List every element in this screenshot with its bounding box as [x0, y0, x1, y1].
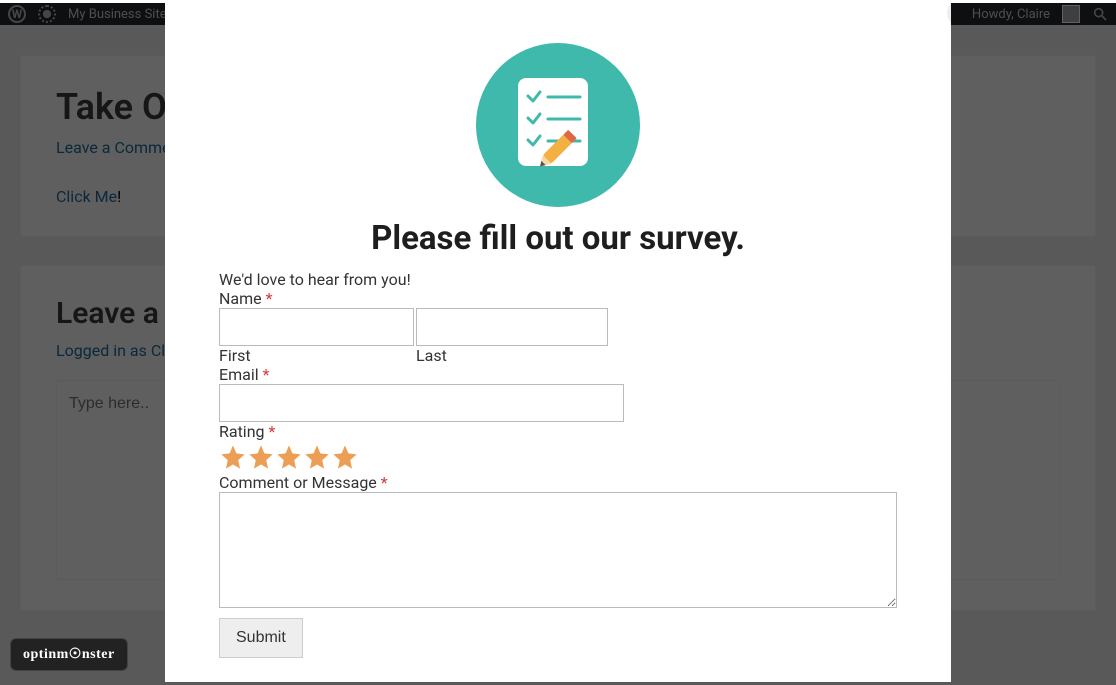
rating-label: Rating * — [219, 422, 897, 441]
star-icon[interactable] — [303, 443, 331, 471]
survey-modal: ✕ Please fill out our survey. We'd — [165, 3, 951, 682]
modal-title: Please fill out our survey. — [219, 219, 897, 258]
star-icon[interactable] — [219, 443, 247, 471]
badge-text: optinm☉nster — [23, 647, 115, 662]
required-mark: * — [381, 473, 388, 492]
star-icon[interactable] — [331, 443, 359, 471]
last-name-sublabel: Last — [416, 346, 608, 365]
star-icon[interactable] — [247, 443, 275, 471]
star-icon[interactable] — [275, 443, 303, 471]
survey-icon-wrap — [219, 43, 897, 207]
required-mark: * — [266, 289, 273, 308]
email-input[interactable] — [219, 384, 624, 422]
comment-label: Comment or Message * — [219, 473, 897, 492]
rating-stars — [219, 443, 897, 471]
name-label: Name * — [219, 289, 897, 308]
required-mark: * — [263, 365, 270, 384]
first-name-input[interactable] — [219, 308, 414, 346]
comment-textarea[interactable] — [219, 492, 897, 608]
submit-button[interactable]: Submit — [219, 618, 303, 658]
survey-icon — [476, 43, 640, 207]
modal-intro: We'd love to hear from you! — [219, 270, 897, 289]
close-button[interactable]: ✕ — [947, 3, 951, 27]
email-label: Email * — [219, 365, 897, 384]
required-mark: * — [268, 422, 275, 441]
first-name-sublabel: First — [219, 346, 414, 365]
optinmonster-badge[interactable]: optinm☉nster — [10, 638, 128, 671]
last-name-input[interactable] — [416, 308, 608, 346]
